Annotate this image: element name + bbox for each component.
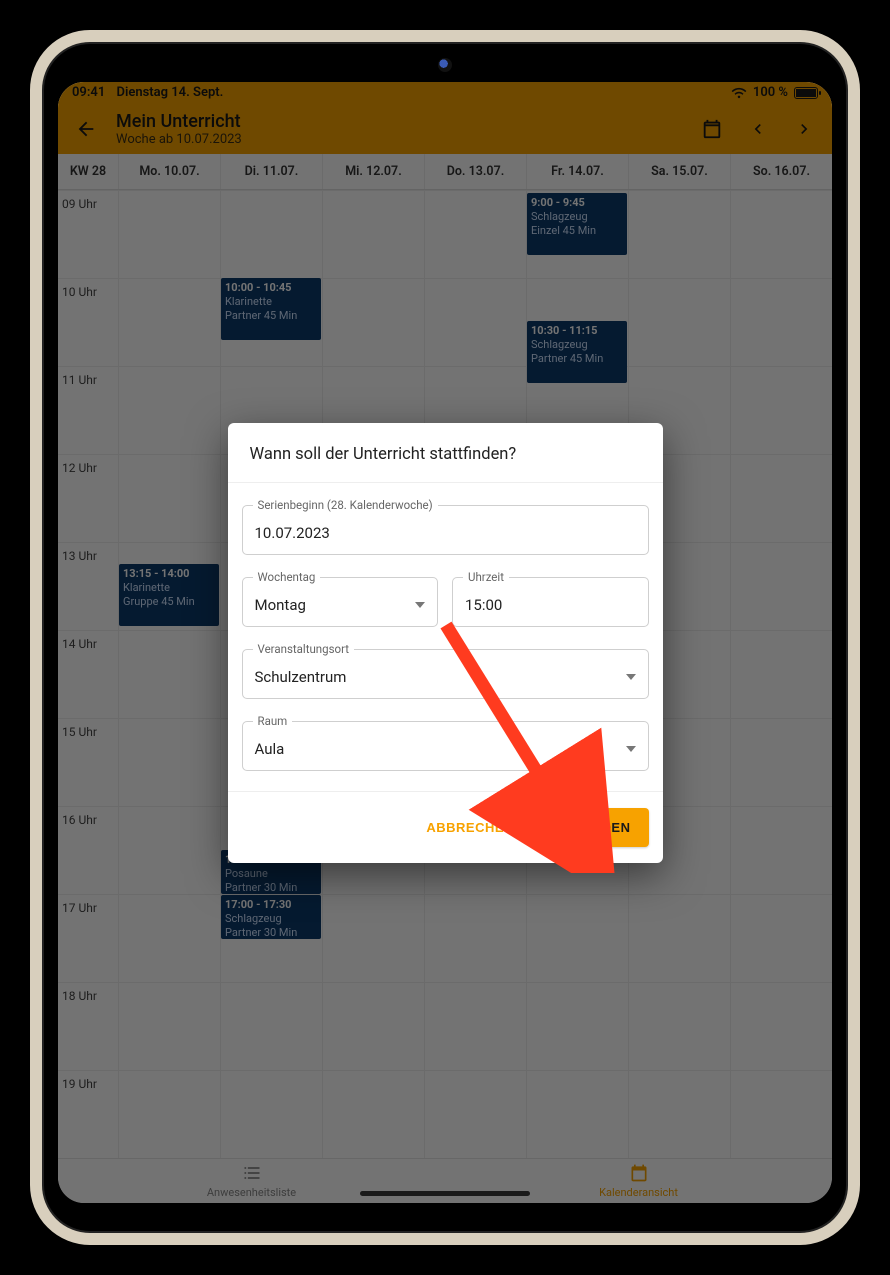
chevron-down-icon: [626, 674, 636, 680]
apply-button[interactable]: ANWENDEN: [532, 808, 649, 847]
device-camera: [438, 58, 452, 72]
chevron-down-icon: [415, 602, 425, 608]
start-date-field[interactable]: Serienbeginn (28. Kalenderwoche) 10.07.2…: [242, 505, 649, 555]
venue-select[interactable]: Veranstaltungsort Schulzentrum: [242, 649, 649, 699]
time-field[interactable]: Uhrzeit 15:00: [452, 577, 649, 627]
cancel-button[interactable]: ABBRECHEN: [426, 820, 514, 835]
room-value: Aula: [255, 740, 285, 758]
start-date-value: 10.07.2023: [255, 524, 330, 542]
weekday-select[interactable]: Wochentag Montag: [242, 577, 439, 627]
room-select[interactable]: Raum Aula: [242, 721, 649, 771]
modal-overlay[interactable]: Wann soll der Unterricht stattfinden? Se…: [58, 82, 832, 1203]
start-date-label: Serienbeginn (28. Kalenderwoche): [253, 498, 438, 512]
venue-label: Veranstaltungsort: [253, 642, 355, 656]
venue-value: Schulzentrum: [255, 668, 347, 686]
time-label: Uhrzeit: [463, 570, 509, 584]
weekday-value: Montag: [255, 596, 306, 614]
weekday-label: Wochentag: [253, 570, 321, 584]
time-value: 15:00: [465, 596, 502, 614]
dialog-title: Wann soll der Unterricht stattfinden?: [228, 423, 663, 483]
home-indicator: [360, 1191, 530, 1196]
room-label: Raum: [253, 714, 293, 728]
schedule-dialog: Wann soll der Unterricht stattfinden? Se…: [228, 423, 663, 863]
chevron-down-icon: [626, 746, 636, 752]
